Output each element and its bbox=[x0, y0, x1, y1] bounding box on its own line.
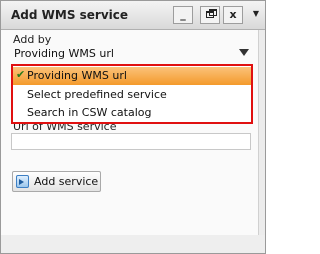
add-service-icon bbox=[16, 175, 29, 188]
add-service-label: Add service bbox=[34, 175, 99, 188]
url-input[interactable] bbox=[11, 133, 251, 150]
add-by-select[interactable]: Providing WMS url bbox=[11, 46, 253, 63]
right-edge-strip bbox=[258, 30, 265, 253]
chevron-down-icon[interactable] bbox=[239, 49, 249, 56]
add-service-button[interactable]: Add service bbox=[12, 171, 101, 192]
add-by-dropdown-list: ✔ Providing WMS url Select predefined se… bbox=[11, 64, 253, 124]
panel-title: Add WMS service bbox=[11, 8, 129, 22]
bottom-strip bbox=[1, 235, 265, 253]
close-button[interactable]: x bbox=[223, 6, 243, 24]
minimize-button[interactable]: _ bbox=[173, 6, 193, 24]
add-by-selected-value: Providing WMS url bbox=[14, 47, 114, 60]
title-bar[interactable]: Add WMS service _ x ▼ bbox=[1, 1, 265, 30]
option-providing-wms-url[interactable]: ✔ Providing WMS url bbox=[13, 67, 251, 85]
add-wms-service-panel: Add WMS service _ x ▼ Add by Providing W… bbox=[0, 0, 266, 254]
option-search-csw-catalog[interactable]: Search in CSW catalog bbox=[13, 104, 251, 122]
option-label: Select predefined service bbox=[27, 88, 167, 101]
add-by-label: Add by bbox=[13, 33, 52, 46]
option-label: Search in CSW catalog bbox=[27, 106, 152, 119]
menu-dropdown-icon[interactable]: ▼ bbox=[248, 6, 264, 24]
restore-button[interactable] bbox=[200, 6, 220, 24]
option-label: Providing WMS url bbox=[27, 69, 127, 82]
restore-icon-front bbox=[206, 11, 214, 18]
option-select-predefined-service[interactable]: Select predefined service bbox=[13, 86, 251, 104]
check-icon: ✔ bbox=[16, 68, 26, 81]
